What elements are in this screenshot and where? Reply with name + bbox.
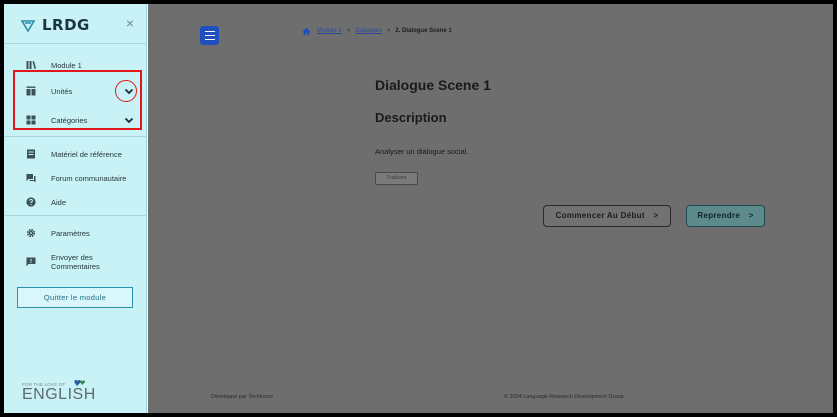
translate-button[interactable]: Traduire [375,172,418,185]
sidebar-item-label: Matériel de référence [51,149,122,159]
english-logo: FOR THE LOVE OF ENGLISH [22,380,96,403]
feedback-icon [26,257,36,267]
brand-name: LRDG [42,16,90,34]
sidebar-item-feedback[interactable]: Envoyer des Commentaires [4,248,147,276]
forum-icon [26,174,36,183]
quit-module-button[interactable]: Quitter le module [17,287,133,308]
resume-label: Reprendre [697,211,741,220]
sidebar: LRDG × Module 1 Unités Catégories Matéri… [4,4,147,413]
home-icon[interactable] [302,27,311,36]
close-sidebar-icon[interactable]: × [122,15,138,31]
footer-copyright: © 2024 Language Research Development Gro… [504,394,624,400]
divider [4,43,146,44]
description-text: Analyser un dialogue social. [375,147,469,156]
start-over-button[interactable]: Commencer Au Début > [543,205,671,227]
chevron-right-icon: > [653,211,659,220]
brand: LRDG [20,14,90,36]
divider [4,136,146,137]
breadcrumb-separator: > [346,28,351,34]
help-icon [26,197,36,207]
breadcrumb-module-link[interactable]: Module 1 [317,28,342,34]
footer-developer: Développé par Techinnov [211,394,273,400]
logo-wordmark: ENGLISH [22,386,96,403]
library-icon [26,61,36,69]
page-title: Dialogue Scene 1 [375,77,491,93]
hearts-icon [74,380,86,386]
hamburger-icon [204,34,215,37]
book-icon [27,149,35,159]
breadcrumb-current: 2. Dialogue Scene 1 [395,28,452,34]
sidebar-item-label: Aide [51,197,67,207]
resume-button[interactable]: Reprendre > [686,205,765,227]
sidebar-item-label: Forum communautaire [51,173,127,183]
sidebar-item-help[interactable]: Aide [4,191,147,213]
start-over-label: Commencer Au Début [555,211,645,220]
lrdg-logo-icon [20,20,36,33]
sidebar-item-label: Envoyer des Commentaires [51,253,100,271]
hamburger-icon [204,38,215,41]
divider [4,215,146,216]
menu-toggle-button[interactable] [200,26,219,45]
sidebar-item-reference[interactable]: Matériel de référence [4,143,147,165]
breadcrumb-separator: > [386,28,391,34]
app-window: LRDG × Module 1 Unités Catégories Matéri… [4,4,833,413]
section-heading: Description [375,110,447,125]
sidebar-item-forum[interactable]: Forum communautaire [4,167,147,189]
sidebar-item-label: Module 1 [51,60,82,70]
hamburger-icon [204,30,215,33]
breadcrumb-dialogues-link[interactable]: Dialogues [355,28,382,34]
main-content: Module 1 > Dialogues > 2. Dialogue Scene… [148,4,833,413]
gear-icon [26,228,36,238]
chevron-right-icon: > [748,211,754,220]
sidebar-item-label: Paramètres [51,228,90,238]
breadcrumb: Module 1 > Dialogues > 2. Dialogue Scene… [302,26,452,36]
highlight-box [13,70,142,130]
sidebar-item-settings[interactable]: Paramètres [4,222,147,244]
